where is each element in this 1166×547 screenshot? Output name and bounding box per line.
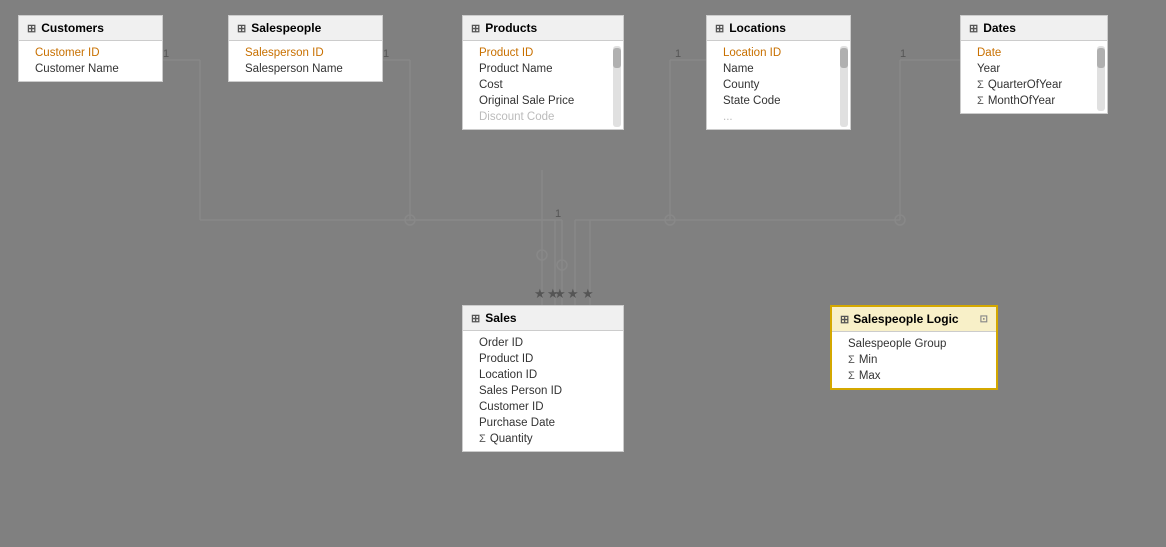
locations-body: Location ID Name County State Code ... <box>707 41 850 129</box>
sigma-icon: Σ <box>977 79 984 91</box>
table-icon: ⊞ <box>27 22 36 35</box>
scrollbar[interactable] <box>1097 46 1105 111</box>
sales-table: ⊞ Sales Order ID Product ID Location ID … <box>462 305 624 452</box>
salespeople-title: Salespeople <box>251 21 321 35</box>
dates-table: ⊞ Dates Date Year Σ QuarterOfYear Σ Mont… <box>960 15 1108 114</box>
table-icon: ⊞ <box>969 22 978 35</box>
table-row: Σ Max <box>832 368 996 384</box>
salespeople-body: Salesperson ID Salesperson Name <box>229 41 382 81</box>
table-row: Order ID <box>463 335 623 351</box>
table-row: Name <box>707 61 850 77</box>
table-row: Purchase Date <box>463 415 623 431</box>
table-row: Date <box>961 45 1107 61</box>
scrollbar[interactable] <box>613 46 621 127</box>
sales-body: Order ID Product ID Location ID Sales Pe… <box>463 331 623 451</box>
table-row: ... <box>707 109 850 125</box>
customers-title: Customers <box>41 21 104 35</box>
table-row: Discount Code <box>463 109 623 125</box>
table-icon: ⊞ <box>471 22 480 35</box>
sigma-icon: Σ <box>977 95 984 107</box>
salespeople-header: ⊞ Salespeople <box>229 16 382 41</box>
scrollbar[interactable] <box>840 46 848 127</box>
svg-text:★: ★ <box>534 286 546 301</box>
locations-table: ⊞ Locations Location ID Name County Stat… <box>706 15 851 130</box>
table-icon: ⊞ <box>715 22 724 35</box>
expand-icon[interactable]: ⊡ <box>980 314 988 325</box>
table-icon: ⊞ <box>840 313 849 326</box>
svg-text:1: 1 <box>900 48 906 60</box>
table-row: Salesperson Name <box>229 61 382 77</box>
field-label: Quantity <box>490 433 533 445</box>
table-row: Σ MonthOfYear <box>961 93 1107 109</box>
table-row: Salesperson ID <box>229 45 382 61</box>
salespeople-logic-body: Salespeople Group Σ Min Σ Max <box>832 332 996 388</box>
salespeople-logic-table: ⊞ Salespeople Logic ⊡ Salespeople Group … <box>830 305 998 390</box>
svg-text:1: 1 <box>163 48 169 60</box>
table-icon: ⊞ <box>237 22 246 35</box>
sigma-icon: Σ <box>479 433 486 445</box>
sales-header: ⊞ Sales <box>463 306 623 331</box>
table-row: Customer ID <box>19 45 162 61</box>
table-row: Σ Quantity <box>463 431 623 447</box>
table-row: State Code <box>707 93 850 109</box>
table-row: Product Name <box>463 61 623 77</box>
field-label: Max <box>859 370 881 382</box>
products-body: Product ID Product Name Cost Original Sa… <box>463 41 623 129</box>
svg-text:1: 1 <box>555 208 561 220</box>
table-row: Σ Min <box>832 352 996 368</box>
table-row: Year <box>961 61 1107 77</box>
svg-text:1: 1 <box>383 48 389 60</box>
svg-text:1: 1 <box>675 48 681 60</box>
salespeople-logic-header: ⊞ Salespeople Logic ⊡ <box>832 307 996 332</box>
table-row: Customer ID <box>463 399 623 415</box>
sales-title: Sales <box>485 311 516 325</box>
table-row: Product ID <box>463 351 623 367</box>
svg-text:★: ★ <box>547 286 559 301</box>
field-label: MonthOfYear <box>988 95 1055 107</box>
field-label: QuarterOfYear <box>988 79 1062 91</box>
table-row: Location ID <box>463 367 623 383</box>
dates-header: ⊞ Dates <box>961 16 1107 41</box>
locations-title: Locations <box>729 21 786 35</box>
table-row: Salespeople Group <box>832 336 996 352</box>
customers-table: ⊞ Customers Customer ID Customer Name <box>18 15 163 82</box>
dates-body: Date Year Σ QuarterOfYear Σ MonthOfYear <box>961 41 1107 113</box>
salespeople-logic-title: Salespeople Logic <box>853 312 958 326</box>
products-header: ⊞ Products <box>463 16 623 41</box>
customers-body: Customer ID Customer Name <box>19 41 162 81</box>
table-row: County <box>707 77 850 93</box>
products-title: Products <box>485 21 537 35</box>
table-row: Cost <box>463 77 623 93</box>
table-row: Location ID <box>707 45 850 61</box>
salespeople-table: ⊞ Salespeople Salesperson ID Salesperson… <box>228 15 383 82</box>
table-row: Customer Name <box>19 61 162 77</box>
customers-header: ⊞ Customers <box>19 16 162 41</box>
dates-title: Dates <box>983 21 1016 35</box>
sigma-icon: Σ <box>848 370 855 382</box>
locations-header: ⊞ Locations <box>707 16 850 41</box>
svg-text:★: ★ <box>567 286 579 301</box>
table-row: Product ID <box>463 45 623 61</box>
table-row: Original Sale Price <box>463 93 623 109</box>
products-table: ⊞ Products Product ID Product Name Cost … <box>462 15 624 130</box>
table-icon: ⊞ <box>471 312 480 325</box>
svg-text:★: ★ <box>582 286 594 301</box>
field-label: Min <box>859 354 878 366</box>
svg-text:★: ★ <box>554 286 566 301</box>
sigma-icon: Σ <box>848 354 855 366</box>
table-row: Σ QuarterOfYear <box>961 77 1107 93</box>
table-row: Sales Person ID <box>463 383 623 399</box>
